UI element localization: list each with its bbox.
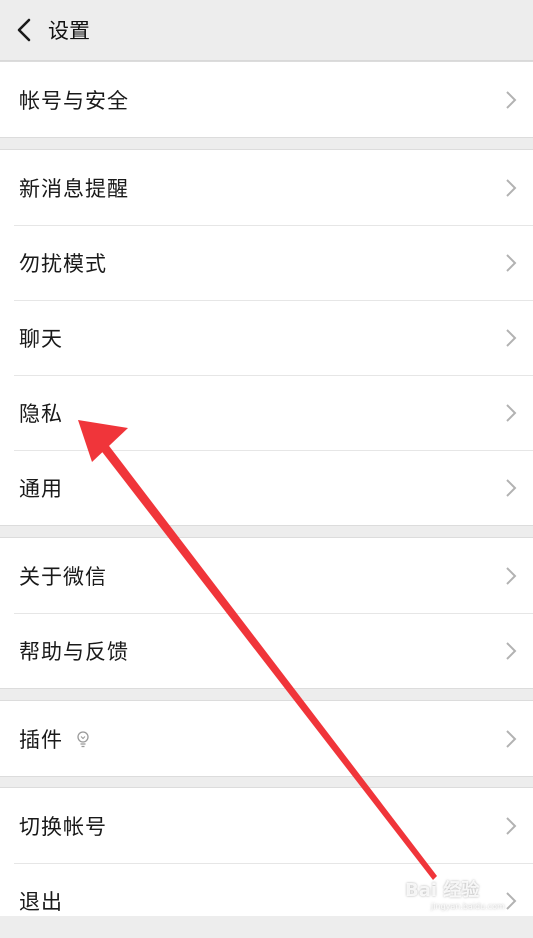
watermark-logo-text: Bai 经验 bbox=[405, 880, 480, 901]
chevron-right-icon bbox=[506, 816, 517, 835]
settings-group-account: 帐号与安全 bbox=[0, 61, 533, 138]
item-label: 聊天 bbox=[19, 326, 63, 351]
item-label: 退出 bbox=[19, 889, 63, 914]
settings-item-do-not-disturb[interactable]: 勿扰模式 bbox=[0, 225, 533, 300]
item-label: 勿扰模式 bbox=[19, 251, 107, 276]
item-label: 通用 bbox=[19, 476, 63, 501]
chevron-right-icon bbox=[506, 403, 517, 422]
chevron-right-icon bbox=[506, 566, 517, 585]
chevron-right-icon bbox=[506, 178, 517, 197]
settings-item-general[interactable]: 通用 bbox=[0, 450, 533, 525]
settings-group-about: 关于微信 帮助与反馈 bbox=[0, 537, 533, 689]
page-title: 设置 bbox=[48, 19, 90, 43]
item-label: 帮助与反馈 bbox=[19, 639, 129, 664]
settings-item-chats[interactable]: 聊天 bbox=[0, 300, 533, 375]
settings-item-privacy[interactable]: 隐私 bbox=[0, 375, 533, 450]
item-label: 关于微信 bbox=[19, 564, 107, 589]
item-label: 新消息提醒 bbox=[19, 176, 129, 201]
chevron-right-icon bbox=[506, 478, 517, 497]
settings-item-about-wechat[interactable]: 关于微信 bbox=[0, 538, 533, 613]
back-button[interactable] bbox=[4, 0, 44, 61]
settings-item-account-security[interactable]: 帐号与安全 bbox=[0, 62, 533, 137]
settings-item-switch-account[interactable]: 切换帐号 bbox=[0, 788, 533, 863]
item-label: 隐私 bbox=[19, 401, 63, 426]
settings-group-general: 新消息提醒 勿扰模式 聊天 隐私 通用 bbox=[0, 149, 533, 526]
watermark: Bai 经验 jingyan.baidu.com bbox=[395, 862, 533, 916]
settings-group-plugins: 插件 bbox=[0, 700, 533, 777]
chevron-right-icon bbox=[506, 253, 517, 272]
chevron-right-icon bbox=[506, 328, 517, 347]
chevron-right-icon bbox=[506, 90, 517, 109]
settings-item-plugins[interactable]: 插件 bbox=[0, 701, 533, 776]
item-label: 插件 bbox=[19, 727, 63, 752]
watermark-url: jingyan.baidu.com bbox=[431, 902, 505, 911]
nav-bar: 设置 bbox=[0, 0, 533, 61]
settings-item-help-feedback[interactable]: 帮助与反馈 bbox=[0, 613, 533, 688]
chevron-right-icon bbox=[506, 729, 517, 748]
lightbulb-icon bbox=[77, 730, 89, 747]
item-label: 帐号与安全 bbox=[19, 88, 129, 113]
chevron-left-icon bbox=[17, 18, 31, 42]
item-label: 切换帐号 bbox=[19, 814, 107, 839]
chevron-right-icon bbox=[506, 641, 517, 660]
settings-item-new-message-alerts[interactable]: 新消息提醒 bbox=[0, 150, 533, 225]
